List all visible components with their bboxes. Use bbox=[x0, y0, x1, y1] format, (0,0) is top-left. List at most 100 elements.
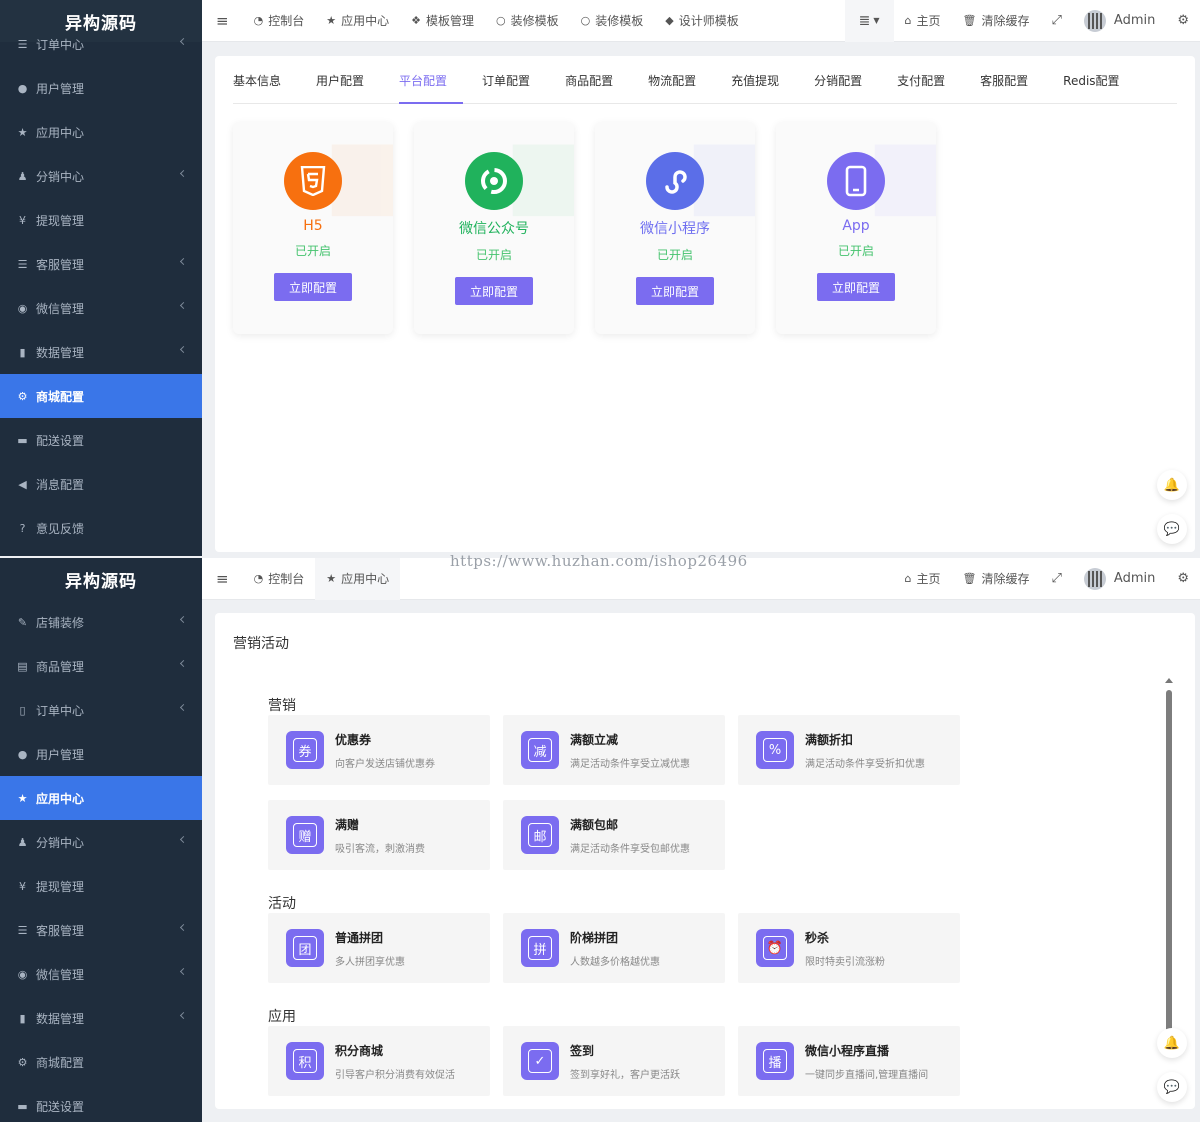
sidebar-item[interactable]: ☰ 订单中心 bbox=[0, 22, 202, 66]
sidebar-item[interactable]: ▬ 配送设置 bbox=[0, 418, 202, 462]
top-right-tools: ⌂ 主页 🗑 清除缓存 ⤢ Admin ⚙ bbox=[894, 558, 1200, 600]
sidebar-item[interactable]: ▬ 配送设置 bbox=[0, 1084, 202, 1122]
app-tile-title: 普通拼团 bbox=[335, 930, 384, 945]
config-tab[interactable]: 分销配置 bbox=[814, 56, 878, 104]
sidebar-item[interactable]: ✎ 店铺装修 bbox=[0, 600, 202, 644]
config-tab[interactable]: 基本信息 bbox=[233, 56, 297, 104]
configure-button[interactable]: 立即配置 bbox=[455, 277, 533, 305]
menu-toggle-icon[interactable]: ≡ bbox=[202, 0, 243, 42]
chat-bubble-icon[interactable]: 💬 bbox=[1157, 514, 1187, 544]
sidebar-item[interactable]: ⚙ 商城配置 bbox=[0, 1040, 202, 1084]
sidebar-item[interactable]: ♟ 分销中心 bbox=[0, 154, 202, 198]
sidebar-item[interactable]: ▯ 订单中心 bbox=[0, 688, 202, 732]
sidebar-item-label: 提现管理 bbox=[36, 213, 85, 228]
config-tab[interactable]: Redis配置 bbox=[1063, 56, 1135, 104]
top-tab[interactable]: ○ 装修模板 bbox=[485, 0, 570, 42]
top-tab-label: 控制台 bbox=[268, 572, 305, 586]
platform-card: ◼ 微信小程序 已开启 立即配置 bbox=[595, 122, 755, 334]
configure-button[interactable]: 立即配置 bbox=[817, 273, 895, 301]
scrollbar-thumb[interactable] bbox=[1166, 690, 1172, 1050]
sidebar-item[interactable]: ● 用户管理 bbox=[0, 66, 202, 110]
app-tile[interactable]: 邮满额包邮 满足活动条件享受包邮优惠 bbox=[503, 800, 725, 870]
chat-bubble-icon[interactable]: 💬 bbox=[1157, 1072, 1187, 1102]
top-tab[interactable]: ◔ 控制台 bbox=[243, 558, 316, 600]
notification-bell-icon[interactable]: 🔔 bbox=[1157, 1028, 1187, 1058]
sidebar-item[interactable]: ☰ 客服管理 bbox=[0, 908, 202, 952]
scrollbar[interactable] bbox=[1165, 678, 1173, 1063]
sidebar-item[interactable]: ? 意见反馈 bbox=[0, 506, 202, 550]
top-tab[interactable]: ○ 装修模板 bbox=[570, 0, 655, 42]
top-tab-label: 应用中心 bbox=[341, 14, 390, 28]
app-tile[interactable]: % 满额折扣 满足活动条件享受折扣优惠 bbox=[738, 715, 960, 785]
home-link[interactable]: ⌂ 主页 bbox=[894, 558, 952, 600]
sidebar-item[interactable]: ◀ 消息配置 bbox=[0, 462, 202, 506]
sidebar-item[interactable]: ◉ 微信管理 bbox=[0, 952, 202, 996]
app-tile[interactable]: 券优惠券 向客户发送店铺优惠券 bbox=[268, 715, 490, 785]
sidebar-item[interactable]: ▤ 商品管理 bbox=[0, 644, 202, 688]
config-tab[interactable]: 商品配置 bbox=[565, 56, 629, 104]
app-tile[interactable]: ✓ 签到 签到享好礼，客户更活跃 bbox=[503, 1026, 725, 1096]
platform-card: ◼ H5 已开启 立即配置 bbox=[233, 122, 393, 334]
fullscreen-icon[interactable]: ⤢ bbox=[1041, 558, 1073, 600]
config-tab[interactable]: 充值提现 bbox=[731, 56, 795, 104]
app-tile[interactable]: ⏰ 秒杀 限时特卖引流涨粉 bbox=[738, 913, 960, 983]
app-tile-desc: 满足活动条件享受折扣优惠 bbox=[805, 758, 925, 770]
settings-gear-icon[interactable]: ⚙ bbox=[1166, 0, 1200, 42]
platform-list: ◼ H5 已开启 立即配置 ◼ 微信公众号 已开启 立即配置 ◼ 微信小程序 已开启 立即配置 ◼ App… bbox=[233, 122, 957, 334]
sidebar-item-label: 分销中心 bbox=[36, 169, 85, 184]
sidebar-item[interactable]: ● 用户管理 bbox=[0, 732, 202, 776]
sidebar-item[interactable]: ★ 应用中心 bbox=[0, 776, 202, 820]
sidebar-item[interactable]: ☰ 客服管理 bbox=[0, 242, 202, 286]
sidebar-item-label: 配送设置 bbox=[36, 1099, 85, 1114]
top-tab[interactable]: ◆ 设计师模板 bbox=[654, 0, 749, 42]
chart-icon: ▮ bbox=[19, 345, 26, 359]
bullhorn-icon: ◀ bbox=[18, 477, 27, 491]
sidebar-item[interactable]: ▮ 数据管理 bbox=[0, 330, 202, 374]
screen-marketing-apps: 异构源码 ✎ 店铺装修 ▤ 商品管理 ▯ 订单中心 ● 用户管理 ★ 应用中心 ♟ 分销中心 ¥ 提现管理… bbox=[0, 558, 1200, 1122]
sidebar-item[interactable]: ▮ 数据管理 bbox=[0, 996, 202, 1040]
sidebar-item[interactable]: ♟ 分销中心 bbox=[0, 820, 202, 864]
config-tab[interactable]: 用户配置 bbox=[316, 56, 380, 104]
chevron-left-icon bbox=[179, 169, 188, 178]
more-menu-button[interactable]: ≣ ▼ bbox=[844, 0, 894, 42]
config-tab[interactable]: 订单配置 bbox=[482, 56, 546, 104]
app-tile[interactable]: 减满额立减 满足活动条件享受立减优惠 bbox=[503, 715, 725, 785]
app-tile[interactable]: 播微信小程序直播 一键同步直播间,管理直播间 bbox=[738, 1026, 960, 1096]
sidebar-item[interactable]: ⚙ 商城配置 bbox=[0, 374, 202, 418]
configure-button[interactable]: 立即配置 bbox=[274, 273, 352, 301]
top-tab[interactable]: ❖ 模板管理 bbox=[400, 0, 485, 42]
top-tab[interactable]: ★ 应用中心 bbox=[315, 558, 401, 600]
clear-cache-button[interactable]: 🗑 清除缓存 bbox=[952, 558, 1041, 600]
user-menu[interactable]: Admin bbox=[1073, 558, 1166, 600]
home-link[interactable]: ⌂ 主页 bbox=[894, 0, 952, 42]
app-tile-desc: 满足活动条件享受立减优惠 bbox=[570, 758, 690, 770]
wechat-icon: ◉ bbox=[17, 967, 28, 981]
top-nav-tabs: ◔ 控制台 ★ 应用中心 bbox=[243, 558, 401, 600]
top-tab[interactable]: ★ 应用中心 bbox=[315, 0, 400, 42]
config-tab[interactable]: 平台配置 bbox=[399, 56, 464, 104]
sidebar-item[interactable]: ¥ 提现管理 bbox=[0, 198, 202, 242]
user-menu[interactable]: Admin bbox=[1073, 0, 1166, 42]
configure-button[interactable]: 立即配置 bbox=[636, 277, 714, 305]
clear-cache-button[interactable]: 🗑 清除缓存 bbox=[952, 0, 1041, 42]
admin-name: Admin bbox=[1113, 571, 1156, 586]
sidebar-item-label: 配送设置 bbox=[36, 433, 85, 448]
top-tab[interactable]: ◔ 控制台 bbox=[243, 0, 316, 42]
sidebar-item-label: 数据管理 bbox=[36, 345, 85, 360]
sidebar-item[interactable]: ◉ 微信管理 bbox=[0, 286, 202, 330]
chevron-left-icon bbox=[179, 967, 188, 976]
app-tile[interactable]: 团普通拼团 多人拼团享优惠 bbox=[268, 913, 490, 983]
menu-toggle-icon[interactable]: ≡ bbox=[202, 558, 243, 600]
fullscreen-icon[interactable]: ⤢ bbox=[1041, 0, 1073, 42]
app-tile[interactable]: 拼阶梯拼团 人数越多价格越优惠 bbox=[503, 913, 725, 983]
scroll-up-arrow-icon[interactable] bbox=[1165, 678, 1173, 683]
sidebar-item[interactable]: ¥ 提现管理 bbox=[0, 864, 202, 908]
sidebar-item[interactable]: ★ 应用中心 bbox=[0, 110, 202, 154]
notification-bell-icon[interactable]: 🔔 bbox=[1157, 470, 1187, 500]
config-tab[interactable]: 客服配置 bbox=[980, 56, 1044, 104]
settings-gear-icon[interactable]: ⚙ bbox=[1166, 558, 1200, 600]
config-tab[interactable]: 支付配置 bbox=[897, 56, 961, 104]
app-tile[interactable]: 赠满赠 吸引客流，刺激消费 bbox=[268, 800, 490, 870]
app-tile[interactable]: 积积分商城 引导客户积分消费有效促活 bbox=[268, 1026, 490, 1096]
config-tab[interactable]: 物流配置 bbox=[648, 56, 712, 104]
